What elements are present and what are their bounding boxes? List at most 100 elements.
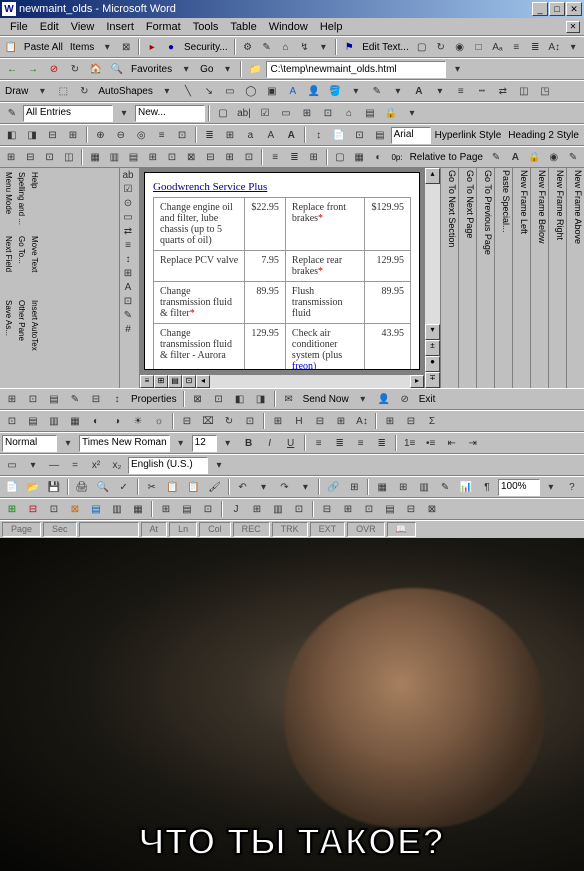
- tool-icon[interactable]: ⊞: [63, 126, 82, 144]
- tool-icon[interactable]: ⊞: [380, 412, 400, 430]
- arrow-icon[interactable]: ↘: [199, 82, 219, 100]
- browse-icon[interactable]: ●: [425, 356, 440, 372]
- tool-icon[interactable]: ⊡: [240, 148, 258, 166]
- prev-page-icon[interactable]: ±: [425, 340, 440, 356]
- tool-icon[interactable]: a: [241, 126, 260, 144]
- exit-label[interactable]: Exit: [416, 394, 439, 405]
- tool-icon[interactable]: ⊟: [401, 500, 421, 518]
- relative-to-page-label[interactable]: Relative to Page: [407, 152, 486, 163]
- tool-icon[interactable]: ⊡: [40, 148, 58, 166]
- side-new-frame-right[interactable]: New Frame Right: [548, 168, 566, 388]
- tool-icon[interactable]: ▦: [86, 148, 104, 166]
- tool-icon[interactable]: ◧: [2, 126, 21, 144]
- tool-icon[interactable]: ⊠: [188, 390, 208, 408]
- rotate-icon[interactable]: ↻: [74, 82, 94, 100]
- side-new-frame-above[interactable]: New Frame Above: [566, 168, 584, 388]
- tab-move-text[interactable]: Move Text: [30, 236, 39, 296]
- tool-icon[interactable]: ⊞: [297, 104, 317, 122]
- tool-icon[interactable]: ◉: [545, 148, 563, 166]
- send-now-label[interactable]: Send Now: [300, 394, 352, 405]
- menu-table[interactable]: Table: [224, 19, 262, 35]
- open-icon[interactable]: 📂: [23, 478, 43, 496]
- lock-icon[interactable]: 🔒: [381, 104, 401, 122]
- tool-icon[interactable]: ⊟: [201, 148, 219, 166]
- language-combo[interactable]: English (U.S.): [128, 457, 208, 474]
- tool-icon[interactable]: ⊡: [163, 148, 181, 166]
- scroll-left-icon[interactable]: ◂: [196, 375, 210, 388]
- tool-icon[interactable]: A↕: [352, 412, 372, 430]
- tool-icon[interactable]: ◐: [86, 412, 106, 430]
- paste-icon[interactable]: 📋: [184, 478, 204, 496]
- bold-icon[interactable]: A: [281, 126, 300, 144]
- palette-icon[interactable]: A: [120, 280, 136, 294]
- tool-icon[interactable]: H: [289, 412, 309, 430]
- palette-icon[interactable]: ☑: [120, 182, 136, 196]
- tool-icon[interactable]: =: [65, 456, 85, 474]
- tool-icon[interactable]: ⊟: [310, 412, 330, 430]
- line-style-icon[interactable]: ≡: [451, 82, 471, 100]
- outdent-icon[interactable]: ⇤: [442, 434, 462, 452]
- tool-icon[interactable]: ▾: [564, 38, 582, 56]
- underline-icon[interactable]: U: [281, 434, 301, 452]
- font-name-combo[interactable]: Times New Roman: [79, 435, 170, 452]
- tool-icon[interactable]: ⊠: [65, 500, 85, 518]
- clipart-icon[interactable]: 👤: [304, 82, 324, 100]
- tool-icon[interactable]: ⊕: [91, 126, 110, 144]
- tab-spelling[interactable]: Spelling and ...: [17, 172, 26, 232]
- side-go-next-page[interactable]: Go To Next Page: [458, 168, 476, 388]
- palette-icon[interactable]: ≡: [120, 238, 136, 252]
- dropdown-icon[interactable]: ▾: [447, 60, 467, 78]
- maximize-button[interactable]: □: [549, 2, 565, 16]
- font-color-icon[interactable]: A: [409, 82, 429, 100]
- favorites-label[interactable]: Favorites: [128, 64, 175, 75]
- palette-icon[interactable]: ⊙: [120, 196, 136, 210]
- tool-icon[interactable]: ◎: [132, 126, 151, 144]
- format-painter-icon[interactable]: 🖌: [205, 478, 225, 496]
- tab-menu-mode[interactable]: Menu Mode: [4, 172, 13, 232]
- font-combo[interactable]: Arial: [391, 127, 431, 144]
- tool-icon[interactable]: ▾: [314, 38, 332, 56]
- align-left-icon[interactable]: ≡: [309, 434, 329, 452]
- tool-icon[interactable]: A: [261, 126, 280, 144]
- tab-next-field[interactable]: Next Field: [4, 236, 13, 296]
- form-combo-icon[interactable]: ▭: [276, 104, 296, 122]
- align-right-icon[interactable]: ≡: [351, 434, 371, 452]
- rect-icon[interactable]: ▭: [220, 82, 240, 100]
- tab-save-as[interactable]: Save As...: [4, 300, 13, 360]
- tool-icon[interactable]: ≣: [526, 38, 544, 56]
- tool-icon[interactable]: ▤: [380, 500, 400, 518]
- tool-icon[interactable]: ⊞: [268, 412, 288, 430]
- hyperlink-icon[interactable]: 🔗: [323, 478, 343, 496]
- undo-icon[interactable]: ↶: [233, 478, 253, 496]
- show-hide-icon[interactable]: ¶: [477, 478, 497, 496]
- wordart-icon[interactable]: A: [283, 82, 303, 100]
- tool-icon[interactable]: ⊠: [182, 148, 200, 166]
- subscript-icon[interactable]: x₂: [107, 456, 127, 474]
- status-lang-icon[interactable]: 📖: [387, 522, 416, 537]
- edit-text-label[interactable]: Edit Text...: [359, 42, 412, 53]
- close-button[interactable]: ✕: [566, 2, 582, 16]
- tool-icon[interactable]: ◉: [451, 38, 469, 56]
- 3d-icon[interactable]: ◳: [535, 82, 555, 100]
- tool-icon[interactable]: ⌧: [198, 412, 218, 430]
- dropdown-icon[interactable]: ▾: [541, 478, 561, 496]
- tool-icon[interactable]: A: [506, 148, 524, 166]
- align-center-icon[interactable]: ≣: [330, 434, 350, 452]
- tool-icon[interactable]: ⊡: [240, 412, 260, 430]
- tab-insert-autotext[interactable]: Insert AutoTex: [30, 300, 39, 360]
- tool-icon[interactable]: ◫: [60, 148, 78, 166]
- bullets-icon[interactable]: •≡: [421, 434, 441, 452]
- tool-icon[interactable]: ▢: [413, 38, 431, 56]
- tool-icon[interactable]: ⊞: [221, 148, 239, 166]
- justify-icon[interactable]: ≣: [372, 434, 392, 452]
- tool-icon[interactable]: ⊟: [21, 148, 39, 166]
- drawing-icon[interactable]: ✎: [435, 478, 455, 496]
- tool-icon[interactable]: ≡: [152, 126, 171, 144]
- tool-icon[interactable]: ▦: [128, 500, 148, 518]
- tab-other-pane[interactable]: Other Pane: [17, 300, 26, 360]
- refresh-icon[interactable]: ↻: [65, 60, 85, 78]
- tool-icon[interactable]: ▤: [86, 500, 106, 518]
- print-icon[interactable]: 🖨: [72, 478, 92, 496]
- tool-icon[interactable]: ▤: [360, 104, 380, 122]
- tool-icon[interactable]: ⊡: [209, 390, 229, 408]
